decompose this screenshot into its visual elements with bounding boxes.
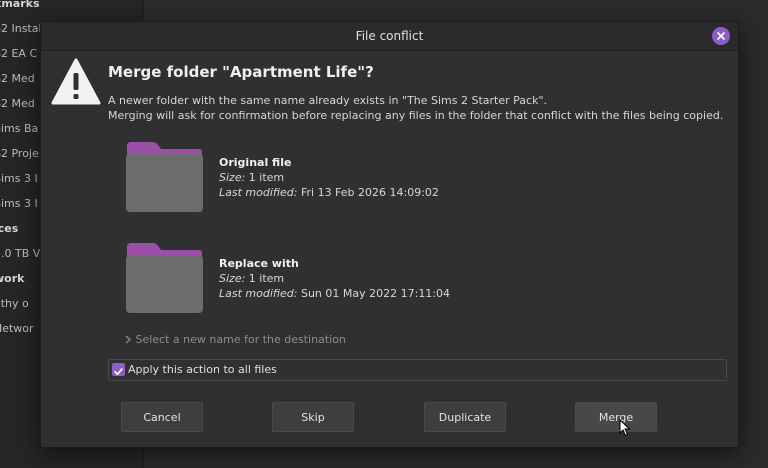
replace-file-modified: Last modified: Sun 01 May 2022 17:11:04 xyxy=(219,286,450,301)
size-value: 1 item xyxy=(245,171,285,184)
modified-label: Last modified: xyxy=(219,287,298,300)
check-icon xyxy=(114,368,123,376)
modified-label: Last modified: xyxy=(219,186,298,199)
apply-all-label: Apply this action to all files xyxy=(128,363,277,376)
replace-file-size: Size: 1 item xyxy=(219,271,450,286)
description-line-1: A newer folder with the same name alread… xyxy=(108,94,548,107)
chevron-right-icon xyxy=(125,335,131,344)
duplicate-button[interactable]: Duplicate xyxy=(424,402,506,432)
apply-all-row[interactable]: Apply this action to all files xyxy=(108,359,727,381)
merge-button[interactable]: Merge xyxy=(575,402,657,432)
apply-all-checkbox[interactable] xyxy=(112,363,125,376)
replace-file-info: Replace with Size: 1 item Last modified:… xyxy=(219,256,450,301)
original-file-modified: Last modified: Fri 13 Feb 2026 14:09:02 xyxy=(219,185,439,200)
size-label: Size: xyxy=(219,272,246,285)
rename-expander-label: Select a new name for the destination xyxy=(135,333,346,346)
file-conflict-dialog: File conflict Merge folder "Apartment Li… xyxy=(40,21,739,448)
rename-expander[interactable]: Select a new name for the destination xyxy=(124,333,346,346)
warning-icon xyxy=(51,58,101,105)
dialog-description: A newer folder with the same name alread… xyxy=(108,93,723,123)
original-file-name: Original file xyxy=(219,156,292,169)
description-line-2: Merging will ask for confirmation before… xyxy=(108,109,724,122)
size-value: 1 item xyxy=(245,272,285,285)
folder-icon xyxy=(126,243,203,313)
close-button[interactable] xyxy=(712,27,730,45)
skip-button[interactable]: Skip xyxy=(272,402,354,432)
pointer-cursor-icon xyxy=(619,419,631,437)
dialog-titlebar: File conflict xyxy=(41,22,738,51)
dialog-headline: Merge folder "Apartment Life"? xyxy=(108,63,374,81)
close-icon xyxy=(717,32,725,40)
folder-icon xyxy=(126,142,203,212)
sidebar-section-header: kmarks xyxy=(0,0,40,10)
replace-file-name: Replace with xyxy=(219,257,299,270)
size-label: Size: xyxy=(219,171,246,184)
modified-value: Fri 13 Feb 2026 14:09:02 xyxy=(297,186,439,199)
original-file-size: Size: 1 item xyxy=(219,170,439,185)
modified-value: Sun 01 May 2022 17:11:04 xyxy=(297,287,451,300)
original-file-info: Original file Size: 1 item Last modified… xyxy=(219,155,439,200)
dialog-title: File conflict xyxy=(355,29,424,43)
cancel-button[interactable]: Cancel xyxy=(121,402,203,432)
